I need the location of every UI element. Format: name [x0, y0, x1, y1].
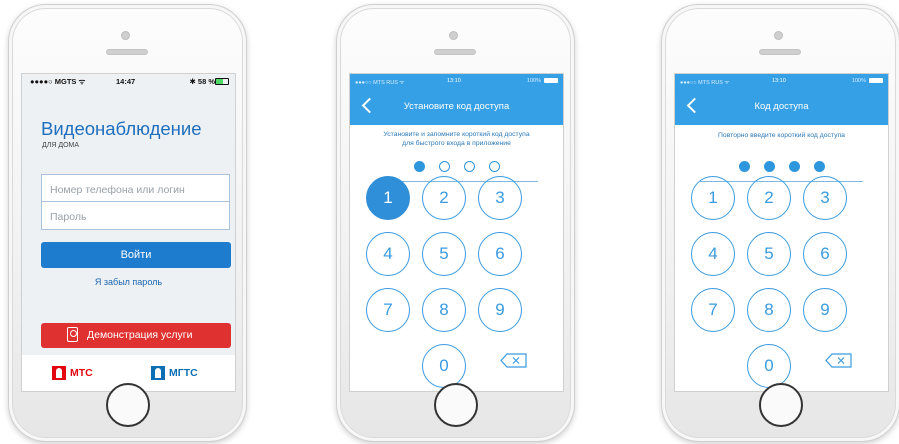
- camera-icon: [67, 327, 78, 342]
- keypad-key-1[interactable]: 1: [691, 176, 735, 220]
- keypad-key-7[interactable]: 7: [366, 288, 410, 332]
- backspace-icon[interactable]: [825, 353, 853, 368]
- keypad-key-5[interactable]: 5: [422, 232, 466, 276]
- keypad-key-6[interactable]: 6: [803, 232, 847, 276]
- pin-dot: [813, 161, 825, 172]
- keypad-key-3[interactable]: 3: [478, 176, 522, 220]
- keypad-key-0[interactable]: 0: [422, 344, 466, 388]
- pin-dot: [438, 161, 450, 172]
- forgot-password-link[interactable]: Я забыл пароль: [22, 277, 235, 287]
- keypad-key-8[interactable]: 8: [422, 288, 466, 332]
- keypad-key-6[interactable]: 6: [478, 232, 522, 276]
- login-input[interactable]: Номер телефона или логин: [41, 174, 230, 202]
- app-title: Видеонаблюдение: [41, 118, 202, 139]
- carrier: ●●●●○ MGTS ᯤ: [30, 77, 86, 86]
- pin-dot: [463, 161, 475, 172]
- earpiece-speaker: [106, 49, 148, 55]
- keypad-key-2[interactable]: 2: [422, 176, 466, 220]
- pin-dot: [788, 161, 800, 172]
- pin-dots: [350, 161, 563, 172]
- confirm-pin-screen: ●●●○○ MTS RUS ᯤ 13:10 100% Код доступа П…: [674, 73, 889, 392]
- pin-dot: [738, 161, 750, 172]
- keypad-key-5[interactable]: 5: [747, 232, 791, 276]
- nav-bar: Код доступа: [675, 88, 888, 125]
- carrier: ●●●○○ MTS RUS ᯤ: [355, 80, 405, 86]
- battery-icon: [215, 78, 229, 85]
- keypad-key-4[interactable]: 4: [691, 232, 735, 276]
- pin-instructions: Установите и запомните короткий код дост…: [358, 131, 555, 148]
- brand-mts-label: МТС: [70, 367, 93, 379]
- phone-confirm-pin: ●●●○○ MTS RUS ᯤ 13:10 100% Код доступа П…: [661, 4, 899, 442]
- keypad-key-1[interactable]: 1: [366, 176, 410, 220]
- keypad-key-3[interactable]: 3: [803, 176, 847, 220]
- pin-instructions-line2: для быстрого входа в приложение: [402, 139, 511, 147]
- keypad-key-2[interactable]: 2: [747, 176, 791, 220]
- pin-instructions: Повторно введите короткий код доступа: [718, 132, 845, 139]
- pin-dot: [763, 161, 775, 172]
- demo-button-label: Демонстрация услуги: [87, 329, 193, 341]
- battery-percent: 100%: [851, 78, 866, 84]
- home-button[interactable]: [434, 383, 478, 427]
- nav-bar: Установите код доступа: [350, 88, 563, 125]
- battery-icon: [869, 78, 883, 83]
- home-button[interactable]: [759, 383, 803, 427]
- app-subtitle: ДЛЯ ДОМА: [42, 142, 80, 149]
- login-button[interactable]: Войти: [41, 242, 231, 268]
- clock: 13:10: [447, 78, 461, 84]
- keypad-key-9[interactable]: 9: [478, 288, 522, 332]
- front-camera: [121, 31, 130, 40]
- brand-mgts-label: МГТС: [169, 367, 198, 379]
- screen-title: Код доступа: [754, 101, 809, 112]
- keypad-key-7[interactable]: 7: [691, 288, 735, 332]
- status-bar: ●●●●○ MGTS ᯤ 14:47 ✱ 58 %: [22, 74, 235, 88]
- phone-set-pin: ●●●○○ MTS RUS ᯤ 13:10 100% Установите ко…: [336, 4, 575, 442]
- keypad-key-9[interactable]: 9: [803, 288, 847, 332]
- demo-button[interactable]: Демонстрация услуги: [41, 323, 231, 348]
- phone-login: ●●●●○ MGTS ᯤ 14:47 ✱ 58 % Видеонаблюдени…: [8, 4, 247, 442]
- set-pin-screen: ●●●○○ MTS RUS ᯤ 13:10 100% Установите ко…: [349, 73, 564, 392]
- clock: 14:47: [116, 77, 136, 86]
- pin-dot: [488, 161, 500, 172]
- front-camera: [774, 31, 783, 40]
- clock: 13:10: [772, 78, 786, 84]
- keypad-key-0[interactable]: 0: [747, 344, 791, 388]
- pin-dots: [675, 161, 888, 172]
- mgts-logo-icon: [151, 366, 165, 380]
- status-bar: ●●●○○ MTS RUS ᯤ 13:10 100%: [675, 74, 888, 88]
- login-screen: ●●●●○ MGTS ᯤ 14:47 ✱ 58 % Видеонаблюдени…: [21, 73, 236, 392]
- earpiece-speaker: [434, 49, 476, 55]
- keypad-key-8[interactable]: 8: [747, 288, 791, 332]
- pin-dot: [413, 161, 425, 172]
- battery-percent: ✱ 58 %: [189, 77, 215, 86]
- front-camera: [449, 31, 458, 40]
- pin-instructions-line1: Установите и запомните короткий код дост…: [383, 131, 530, 138]
- battery-icon: [544, 78, 558, 83]
- backspace-icon[interactable]: [500, 353, 528, 368]
- mts-logo-icon: [52, 366, 66, 380]
- password-input[interactable]: Пароль: [41, 202, 230, 230]
- carrier: ●●●○○ MTS RUS ᯤ: [680, 80, 730, 86]
- screen-title: Установите код доступа: [403, 101, 510, 112]
- home-button[interactable]: [106, 383, 150, 427]
- earpiece-speaker: [759, 49, 801, 55]
- battery-percent: 100%: [526, 78, 541, 84]
- keypad-key-4[interactable]: 4: [366, 232, 410, 276]
- status-bar: ●●●○○ MTS RUS ᯤ 13:10 100%: [350, 74, 563, 88]
